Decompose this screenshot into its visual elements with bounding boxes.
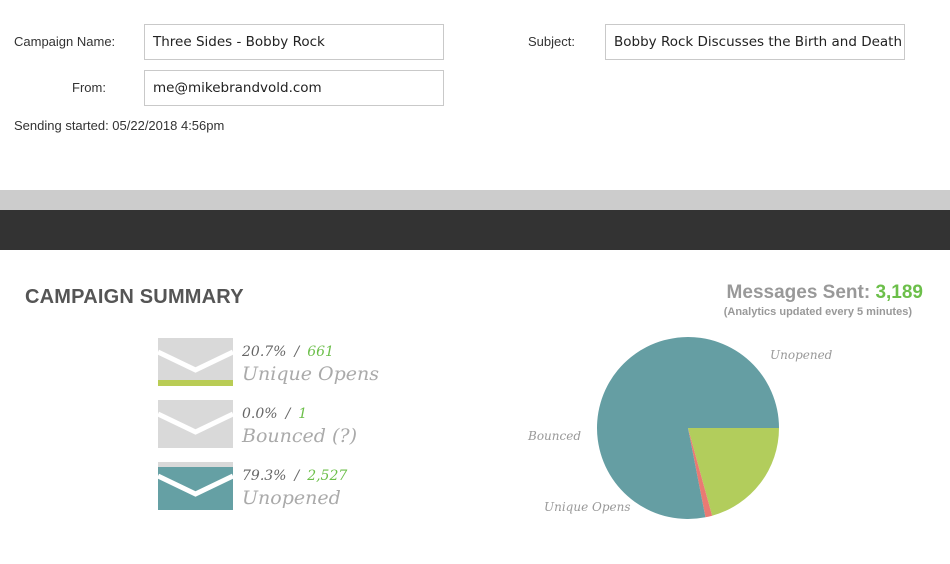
stat-count: 661: [307, 344, 334, 360]
stat-percent: 79.3%: [242, 468, 287, 484]
envelope-icon: [158, 338, 233, 386]
sending-started-text: Sending started: 05/22/2018 4:56pm: [14, 118, 225, 133]
stat-count: 2,527: [307, 468, 348, 484]
pie-label-unopened: Unopened: [770, 348, 833, 362]
stat-label-row: Bounced (?): [242, 425, 357, 447]
stat-label: Bounced: [242, 425, 326, 447]
dark-toolbar-band: [0, 210, 950, 250]
envelope-icon: [158, 462, 233, 510]
pie-label-unique-opens: Unique Opens: [544, 500, 631, 514]
envelope-icon: [158, 400, 233, 448]
stat-percent: 20.7%: [242, 344, 287, 360]
campaign-name-field[interactable]: Three Sides - Bobby Rock: [144, 24, 444, 60]
messages-pie-chart: [597, 337, 779, 519]
stat-percent: 0.0%: [242, 406, 278, 422]
stat-figures: 79.3%/2,527: [242, 468, 348, 484]
stat-count: 1: [298, 406, 308, 422]
campaign-summary-title: CAMPAIGN SUMMARY: [25, 286, 244, 308]
bounced-help-link[interactable]: (?): [332, 425, 357, 447]
analytics-note: (Analytics updated every 5 minutes): [723, 306, 912, 318]
messages-sent: Messages Sent: 3,189: [727, 282, 923, 304]
stat-unique-opens: 20.7%/661 Unique Opens: [158, 338, 418, 388]
stat-figures: 0.0%/1: [242, 406, 308, 422]
divider-band: [0, 190, 950, 210]
stat-figures: 20.7%/661: [242, 344, 334, 360]
stat-label: Unique Opens: [242, 363, 379, 385]
from-label: From:: [72, 80, 106, 95]
stat-bounced: 0.0%/1 Bounced (?): [158, 400, 418, 450]
stat-label: Unopened: [242, 487, 341, 509]
from-field[interactable]: me@mikebrandvold.com: [144, 70, 444, 106]
campaign-name-label: Campaign Name:: [14, 34, 116, 49]
pie-label-bounced: Bounced: [528, 429, 582, 443]
messages-sent-value: 3,189: [875, 282, 923, 303]
subject-field[interactable]: Bobby Rock Discusses the Birth and Death…: [605, 24, 905, 60]
messages-sent-label: Messages Sent:: [726, 282, 871, 303]
stat-unopened: 79.3%/2,527 Unopened: [158, 462, 418, 512]
subject-label: Subject:: [528, 34, 575, 49]
